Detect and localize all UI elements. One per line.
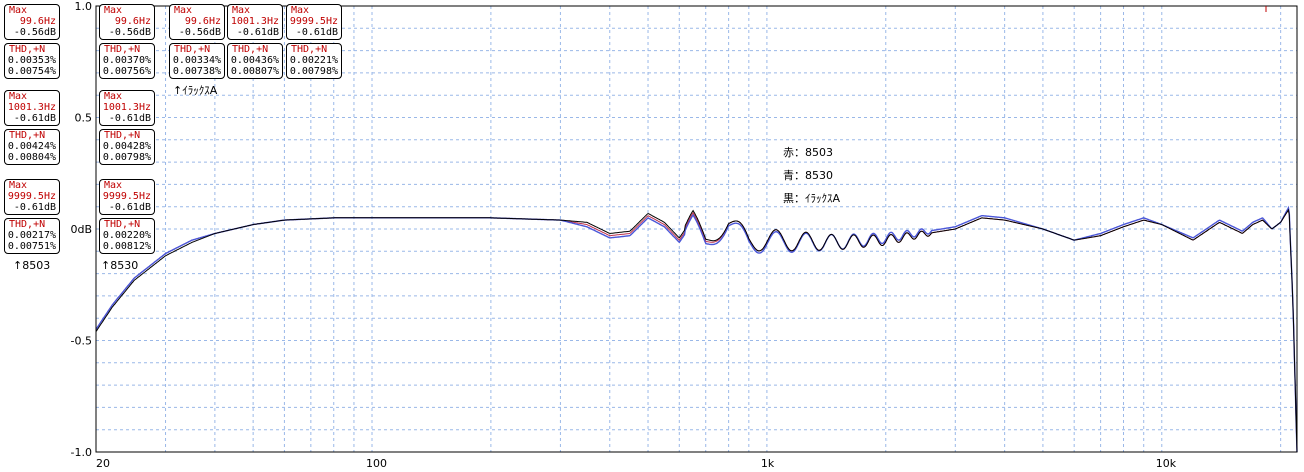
thd-value-b: 0.00754% [7, 66, 56, 77]
max-frequency: 99.6Hz [114, 16, 151, 27]
max-header: Max [104, 91, 123, 102]
thd-value-b: 0.00798% [289, 66, 338, 77]
thd-value-b: 0.00812% [102, 241, 151, 252]
series-line-1 [95, 205, 1298, 453]
max-frequency: 99.6Hz [184, 16, 221, 27]
thd-value-a: 0.00334% [172, 55, 221, 66]
thd-header: THD,+N [104, 44, 141, 55]
max-level: -0.61dB [295, 27, 338, 38]
max-frequency: 1001.3Hz [7, 102, 56, 113]
thd-value-a: 0.00353% [7, 55, 56, 66]
thd-header: THD,+N [104, 219, 141, 230]
y-tick-label: 1.0 [75, 0, 93, 13]
max-frequency: 1001.3Hz [230, 16, 279, 27]
max-frequency: 9999.5Hz [102, 191, 151, 202]
thd-readout: THD,+N 0.00334% 0.00738% [169, 43, 225, 79]
max-frequency: 9999.5Hz [289, 16, 338, 27]
trace-label-illux-a: ↑ｲﾗｯｸｽA [173, 84, 218, 97]
thd-value-b: 0.00756% [102, 66, 151, 77]
max-header: Max [232, 5, 251, 16]
max-readout: Max 1001.3Hz -0.61dB [4, 90, 60, 126]
thd-readout: THD,+N 0.00220% 0.00812% [99, 218, 155, 254]
y-tick-label: -1.0 [71, 446, 92, 459]
max-frequency: 1001.3Hz [102, 102, 151, 113]
max-level: -0.61dB [108, 113, 151, 124]
trace-label-8530: ↑8530 [101, 259, 139, 272]
legend-black: 黒：ｲﾗｯｸｽA [783, 192, 841, 205]
thd-value-b: 0.00804% [7, 152, 56, 163]
max-readout: Max 9999.5Hz -0.61dB [99, 179, 155, 215]
thd-value-b: 0.00798% [102, 152, 151, 163]
x-tick-labels: 20 100 1k 10k [96, 457, 1177, 470]
thd-header: THD,+N [104, 130, 141, 141]
max-readout: Max 1001.3Hz -0.61dB [227, 4, 283, 40]
y-tick-label: 0.5 [75, 112, 93, 125]
thd-value-a: 0.00217% [7, 230, 56, 241]
max-header: Max [291, 5, 310, 16]
legend-blue: 青：8530 [783, 169, 833, 182]
x-tick-label: 1k [761, 457, 775, 470]
max-header: Max [104, 180, 123, 191]
max-level: -0.56dB [108, 27, 151, 38]
thd-header: THD,+N [291, 44, 328, 55]
series-line-0 [95, 208, 1298, 453]
max-level: -0.56dB [13, 27, 56, 38]
max-frequency: 99.6Hz [19, 16, 56, 27]
thd-value-b: 0.00751% [7, 241, 56, 252]
max-readout: Max 1001.3Hz -0.61dB [99, 90, 155, 126]
max-header: Max [104, 5, 123, 16]
y-tick-labels: 1.0 0.5 0dB -0.5 -1.0 [70, 0, 92, 459]
max-readout: Max 99.6Hz -0.56dB [99, 4, 155, 40]
thd-value-b: 0.00807% [230, 66, 279, 77]
thd-value-a: 0.00221% [289, 55, 338, 66]
thd-readout: THD,+N 0.00370% 0.00756% [99, 43, 155, 79]
max-header: Max [174, 5, 193, 16]
thd-value-a: 0.00220% [102, 230, 151, 241]
max-level: -0.61dB [13, 113, 56, 124]
thd-value-a: 0.00370% [102, 55, 151, 66]
thd-header: THD,+N [232, 44, 269, 55]
max-readout: Max 99.6Hz -0.56dB [4, 4, 60, 40]
max-readout: Max 9999.5Hz -0.61dB [286, 4, 342, 40]
legend-red: 赤：8503 [783, 146, 833, 159]
max-level: -0.61dB [108, 202, 151, 213]
series-line-2 [95, 208, 1298, 453]
max-frequency: 9999.5Hz [7, 191, 56, 202]
thd-value-b: 0.00738% [172, 66, 221, 77]
thd-value-a: 0.00428% [102, 141, 151, 152]
max-header: Max [9, 91, 28, 102]
y-tick-label: -0.5 [71, 335, 92, 348]
thd-header: THD,+N [9, 219, 46, 230]
max-readout: Max 99.6Hz -0.56dB [169, 4, 225, 40]
thd-readout: THD,+N 0.00353% 0.00754% [4, 43, 60, 79]
series-lines [95, 205, 1298, 453]
max-level: -0.56dB [178, 27, 221, 38]
max-readout: Max 9999.5Hz -0.61dB [4, 179, 60, 215]
thd-value-a: 0.00424% [7, 141, 56, 152]
max-header: Max [9, 5, 28, 16]
thd-header: THD,+N [174, 44, 211, 55]
max-level: -0.61dB [13, 202, 56, 213]
thd-readout: THD,+N 0.00428% 0.00798% [99, 129, 155, 165]
thd-readout: THD,+N 0.00436% 0.00807% [227, 43, 283, 79]
y-tick-label: 0dB [70, 223, 92, 236]
thd-readout: THD,+N 0.00221% 0.00798% [286, 43, 342, 79]
trace-label-8503: ↑8503 [13, 259, 51, 272]
max-header: Max [9, 180, 28, 191]
thd-readout: THD,+N 0.00424% 0.00804% [4, 129, 60, 165]
thd-header: THD,+N [9, 130, 46, 141]
thd-value-a: 0.00436% [230, 55, 279, 66]
x-tick-label: 100 [366, 457, 387, 470]
thd-header: THD,+N [9, 44, 46, 55]
x-tick-label: 20 [96, 457, 110, 470]
max-level: -0.61dB [236, 27, 279, 38]
thd-readout: THD,+N 0.00217% 0.00751% [4, 218, 60, 254]
x-tick-label: 10k [1156, 457, 1177, 470]
